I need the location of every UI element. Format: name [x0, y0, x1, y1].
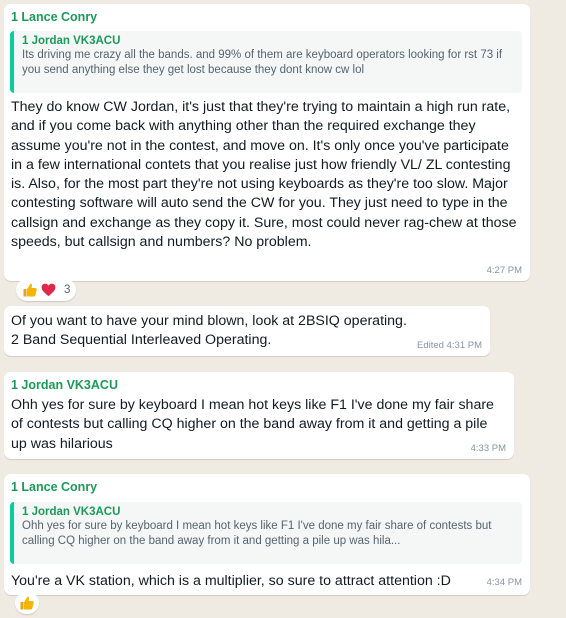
quoted-sender-name: 1 Jordan VK3ACU — [22, 35, 121, 47]
reactions-badge[interactable]: 3 — [16, 279, 77, 301]
quoted-text: Its driving me crazy all the bands. and … — [22, 49, 503, 76]
quoted-message[interactable]: 1 Jordan VK3ACU Ohh yes for sure by keyb… — [10, 502, 522, 564]
message-timestamp: 4:34 PM — [486, 577, 522, 588]
thumbs-up-icon — [23, 283, 37, 297]
thumbs-up-icon — [20, 596, 34, 610]
reactions-badge[interactable] — [15, 592, 39, 614]
message-bubble-lance-1[interactable]: 1 Lance Conry 1 Jordan VK3ACU Its drivin… — [4, 4, 530, 281]
message-text: Ohh yes for sure by keyboard I mean hot … — [11, 397, 494, 452]
quoted-text: Ohh yes for sure by keyboard I mean hot … — [22, 520, 492, 547]
sender-name[interactable]: 1 Lance Conry — [11, 10, 97, 24]
message-bubble-lance-2[interactable]: Of you want to have your mind blown, loo… — [4, 306, 490, 356]
quoted-message[interactable]: 1 Jordan VK3ACU Its driving me crazy all… — [10, 31, 522, 93]
message-timestamp: 4:33 PM — [470, 443, 506, 454]
message-timestamp: 4:27 PM — [486, 265, 522, 276]
message-bubble-jordan[interactable]: 1 Jordan VK3ACU Ohh yes for sure by keyb… — [4, 372, 514, 459]
message-text: They do know CW Jordan, it's just that t… — [11, 99, 517, 251]
quoted-sender-name: 1 Jordan VK3ACU — [22, 506, 121, 518]
message-timestamp: Edited 4:31 PM — [417, 340, 482, 351]
message-bubble-lance-3[interactable]: 1 Lance Conry 1 Jordan VK3ACU Ohh yes fo… — [4, 474, 530, 595]
reaction-count: 3 — [64, 284, 71, 296]
sender-name[interactable]: 1 Jordan VK3ACU — [11, 378, 118, 392]
message-text: Of you want to have your mind blown, loo… — [11, 313, 407, 349]
message-text: You're a VK station, which is a multipli… — [11, 573, 451, 589]
heart-icon — [41, 283, 56, 297]
sender-name[interactable]: 1 Lance Conry — [11, 480, 97, 494]
